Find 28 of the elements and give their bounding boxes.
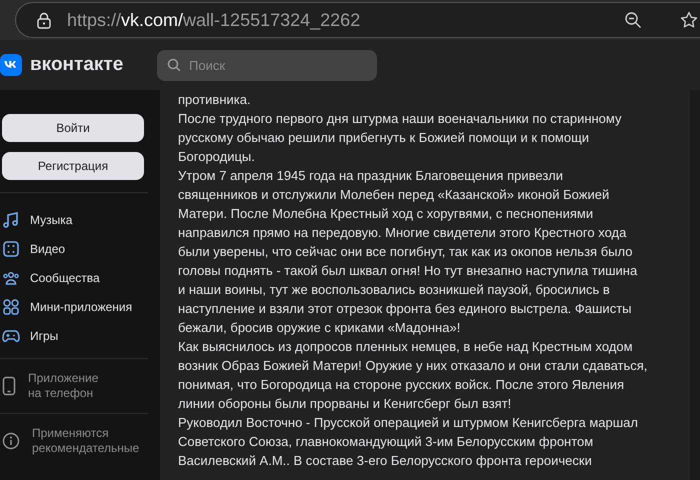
post-paragraph: Руководил Восточно - Прусской операцией и штурмом Кенигсберга маршал Советского Союза, главнокомандующий 3-им Белорусским фронтом Василевский А.М.. В составе 3-его Белорусского фронта героически — [178, 414, 639, 470]
phone-icon — [2, 376, 16, 396]
search-field[interactable]: Поиск — [157, 50, 377, 80]
logo-text[interactable]: вконтакте — [30, 54, 124, 76]
star-icon[interactable] — [680, 11, 698, 29]
search-icon — [167, 58, 181, 72]
post-paragraph: После трудного первого дня штурма наши военачальники по старинному русскому обычаю решили прибегнуть к Божией помощи и к помощи Богородицы. — [178, 110, 622, 166]
zoom-out-icon[interactable] — [624, 11, 642, 29]
register-button[interactable]: Регистрация — [2, 152, 144, 180]
vk-logo-icon[interactable] — [0, 54, 22, 76]
recommendation-notice[interactable]: Применяются рекомендательные — [32, 426, 140, 456]
login-button[interactable]: Войти — [2, 114, 144, 142]
post-paragraph: противника. — [178, 91, 252, 109]
post-paragraph: Утром 7 апреля 1945 года на праздник Благовещения привезли священников и отслужили Молебен перед «Казанской» иконой Божией Матери. После Молебна Крестный ход с хоругвями, с песнопениями направился прямо на передовую. Многие свидетели этого Крестного хода были уверены, что сейчас они все погибнут, так как из окопов нельзя было головы поднять - такой был шквал огня! Но тут внезапно наступила тишина и наши воины, тут же воспользовались возникшей паузой, бросились в наступление и взяли этот отрезок фронта без единого выстрела. Фашисты бежали, бросив оружие с криками «Мадонна»! — [178, 167, 638, 337]
menu-item[interactable]: Игры — [30, 328, 58, 342]
menu-item[interactable]: Мини-приложения — [30, 300, 132, 314]
url-text: https://vk.com/wall-125517324_2262 — [67, 10, 362, 30]
apps-grid-icon — [2, 298, 20, 316]
info-icon — [2, 432, 20, 450]
address-bar[interactable]: https://vk.com/wall-125517324_2262 — [15, 2, 700, 38]
lock-icon — [37, 12, 51, 28]
menu-item[interactable]: Видео — [30, 242, 66, 256]
app-link[interactable]: Приложение на телефон — [28, 371, 98, 401]
post-paragraph: Как выяснилось из допросов пленных немцев, в небе над Крестным ходом возник Образ Божией Матери! Оружие у них отказало и они стали сдаваться, понимая, что Богородица на стороне русских войск. После этого Явления линии обороны были прорваны и Кенигсберг был взят! — [178, 338, 648, 413]
menu-item[interactable]: Сообщества — [30, 270, 100, 284]
menu-item[interactable]: Музыка — [30, 212, 72, 226]
video-icon — [2, 240, 20, 258]
music-note-icon — [2, 210, 20, 228]
